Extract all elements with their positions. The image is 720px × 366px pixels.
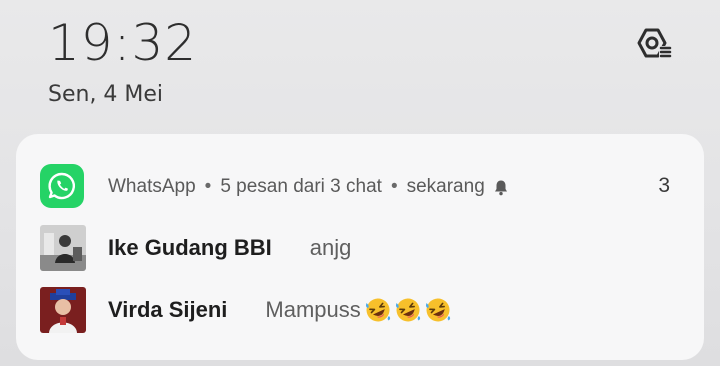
list-item[interactable]: Virda Sijeni Mampuss: [40, 286, 680, 334]
message-sender: Ike Gudang BBI: [108, 235, 272, 260]
rofl-emoji-icon: [395, 298, 420, 322]
app-name: WhatsApp: [108, 176, 196, 197]
rofl-emoji-icon: [425, 298, 450, 322]
message-sender: Virda Sijeni: [108, 297, 228, 322]
clock-time: 19:32: [48, 14, 198, 72]
separator-dot: •: [390, 176, 398, 197]
whatsapp-icon: [40, 164, 84, 208]
separator-dot: •: [204, 176, 212, 197]
settings-gear-icon: [637, 28, 672, 58]
message-text: anjg: [309, 235, 352, 260]
clock-date: Sen, 4 Mei: [48, 82, 164, 107]
rofl-emoji-icon: [365, 298, 390, 322]
avatar: [40, 287, 86, 333]
notification-card[interactable]: WhatsApp • 5 pesan dari 3 chat • sekaran…: [16, 134, 704, 360]
message-text-group: Mampuss: [265, 297, 450, 323]
notification-settings-button[interactable]: [628, 20, 676, 68]
message-text: Mampuss: [265, 297, 361, 322]
notification-summary: 5 pesan dari 3 chat: [220, 176, 382, 197]
avatar: [40, 225, 86, 271]
list-item[interactable]: Ike Gudang BBI anjg: [40, 224, 680, 272]
notification-time: sekarang: [406, 176, 485, 197]
bell-icon: [493, 179, 509, 196]
notification-header: WhatsApp • 5 pesan dari 3 chat • sekaran…: [108, 176, 509, 198]
notification-count-badge[interactable]: 3: [658, 174, 670, 198]
